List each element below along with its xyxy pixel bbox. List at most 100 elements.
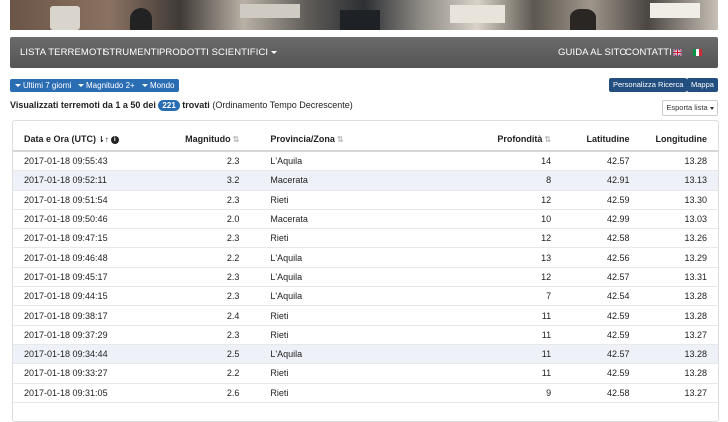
cell-date: 2017-01-18 09:31:05 [13,383,179,403]
table-row[interactable]: 2017-01-18 09:38:17 2.4 Rieti 11 42.59 1… [13,305,718,326]
cell-latitude: 42.58 [551,228,630,249]
col-header-latitude[interactable]: Latitudine [551,128,630,152]
cell-latitude: 42.99 [551,209,630,230]
filter-magnitude-button[interactable]: Magnitudo 2+ [73,79,140,92]
table-row[interactable]: 2017-01-18 09:31:05 2.6 Rieti 9 42.58 13… [13,383,718,403]
main-navbar: LISTA TERREMOTI STRUMENTI PRODOTTI SCIEN… [10,37,718,68]
table-row[interactable]: 2017-01-18 09:55:43 2.3 L'Aquila 14 42.5… [13,151,718,172]
cell-depth: 10 [395,209,552,230]
info-icon[interactable]: i [110,135,119,144]
italy-flag-icon[interactable] [693,49,702,56]
cell-magnitude: 2.0 [178,209,240,230]
cell-date: 2017-01-18 09:38:17 [13,305,179,326]
cell-date: 2017-01-18 09:46:48 [13,247,179,268]
cell-depth: 12 [395,228,552,249]
cell-province: Rieti [239,383,396,403]
cell-magnitude: 2.4 [178,305,240,326]
table-header-row: Data e Ora (UTC) ⇂↑ i Magnitudo ⇅ Provincia… [13,128,718,152]
table-row[interactable]: 2017-01-18 09:52:11 3.2 Macerata 8 42.91… [13,170,718,191]
cell-longitude: 13.28 [629,286,718,307]
cell-latitude: 42.91 [551,170,630,191]
chevron-down-icon [78,84,84,88]
sort-desc-icon[interactable]: ⇂↑ [98,135,109,144]
results-count-badge: 221 [158,100,180,111]
cell-province: Rieti [239,190,396,210]
cell-depth: 11 [395,344,552,365]
cell-longitude: 13.28 [629,151,718,172]
table-row[interactable]: 2017-01-18 09:45:17 2.3 L'Aquila 12 42.5… [13,267,718,288]
table-row[interactable]: 2017-01-18 09:46:48 2.2 L'Aquila 13 42.5… [13,247,718,268]
map-button[interactable]: Mappa [687,78,718,92]
nav-guida-al-sito[interactable]: GUIDA AL SITO [558,37,627,68]
cell-magnitude: 2.3 [178,228,240,249]
cell-magnitude: 2.3 [178,190,240,210]
cell-magnitude: 2.2 [178,363,240,384]
nav-prodotti-scientifici[interactable]: PRODOTTI SCIENTIFICI [159,37,278,68]
cell-province: L'Aquila [239,267,396,288]
cell-province: Rieti [239,363,396,384]
table-row[interactable]: 2017-01-18 09:47:15 2.3 Rieti 12 42.58 1… [13,228,718,249]
cell-date: 2017-01-18 09:51:54 [13,190,179,210]
cell-province: L'Aquila [239,344,396,365]
cell-latitude: 42.59 [551,325,630,345]
cell-longitude: 13.28 [629,344,718,365]
cell-province: Rieti [239,325,396,345]
sort-icon[interactable]: ⇅ [233,135,240,144]
cell-depth: 11 [395,305,552,326]
cell-date: 2017-01-18 09:47:15 [13,228,179,249]
nav-prodotti-label: PRODOTTI SCIENTIFICI [159,47,269,58]
cell-province: Rieti [239,228,396,249]
col-header-province[interactable]: Provincia/Zona ⇅ [239,128,396,152]
cell-magnitude: 2.3 [178,267,240,288]
cell-date: 2017-01-18 09:52:11 [13,170,179,191]
cell-longitude: 13.31 [629,267,718,288]
customize-search-button[interactable]: Personalizza Ricerca [609,78,688,92]
nav-contatti[interactable]: CONTATTI [625,37,672,68]
nav-lista-terremoti[interactable]: LISTA TERREMOTI [20,37,105,68]
cell-depth: 14 [395,151,552,172]
cell-province: Macerata [239,170,396,191]
cell-province: L'Aquila [239,286,396,307]
table-row[interactable]: 2017-01-18 09:50:46 2.0 Macerata 10 42.9… [13,209,718,230]
nav-strumenti[interactable]: STRUMENTI [103,37,159,68]
cell-magnitude: 3.2 [178,170,240,191]
col-header-magnitude[interactable]: Magnitudo ⇅ [178,128,240,152]
earthquake-table: Data e Ora (UTC) ⇂↑ i Magnitudo ⇅ Provincia… [13,128,718,403]
cell-magnitude: 2.3 [178,325,240,345]
uk-flag-icon[interactable] [673,49,682,56]
col-header-longitude[interactable]: Longitudine [629,128,718,152]
cell-longitude: 13.28 [629,363,718,384]
cell-magnitude: 2.6 [178,383,240,403]
table-row[interactable]: 2017-01-18 09:34:44 2.5 L'Aquila 11 42.5… [13,344,718,365]
cell-magnitude: 2.3 [178,286,240,307]
cell-latitude: 42.56 [551,247,630,268]
table-row[interactable]: 2017-01-18 09:33:27 2.2 Rieti 11 42.59 1… [13,363,718,384]
cell-depth: 8 [395,170,552,191]
cell-magnitude: 2.3 [178,151,240,172]
cell-province: L'Aquila [239,151,396,172]
sort-icon[interactable]: ⇅ [337,135,344,144]
chevron-down-icon [15,84,21,88]
sort-icon[interactable]: ⇅ [544,135,551,144]
cell-province: Rieti [239,305,396,326]
export-list-button[interactable]: Esporta lista [662,100,718,116]
earthquake-table-panel: Data e Ora (UTC) ⇂↑ i Magnitudo ⇅ Provincia… [12,120,719,422]
chevron-down-icon [271,50,278,54]
filter-time-button[interactable]: Ultimi 7 giorni [10,79,77,92]
cell-depth: 12 [395,190,552,210]
cell-date: 2017-01-18 09:33:27 [13,363,179,384]
results-summary: Visualizzati terremoti da 1 a 50 dei 221… [10,100,353,111]
table-row[interactable]: 2017-01-18 09:51:54 2.3 Rieti 12 42.59 1… [13,190,718,210]
cell-longitude: 13.26 [629,228,718,249]
col-header-date[interactable]: Data e Ora (UTC) ⇂↑ i [13,128,179,152]
cell-longitude: 13.27 [629,325,718,345]
col-header-province-label: Provincia/Zona [270,134,335,144]
cell-depth: 11 [395,363,552,384]
table-row[interactable]: 2017-01-18 09:37:29 2.3 Rieti 11 42.59 1… [13,325,718,345]
cell-longitude: 13.30 [629,190,718,210]
cell-latitude: 42.59 [551,305,630,326]
col-header-depth[interactable]: Profondità ⇅ [395,128,552,152]
filter-area-button[interactable]: Mondo [137,79,180,92]
cell-magnitude: 2.5 [178,344,240,365]
table-row[interactable]: 2017-01-18 09:44:15 2.3 L'Aquila 7 42.54… [13,286,718,307]
